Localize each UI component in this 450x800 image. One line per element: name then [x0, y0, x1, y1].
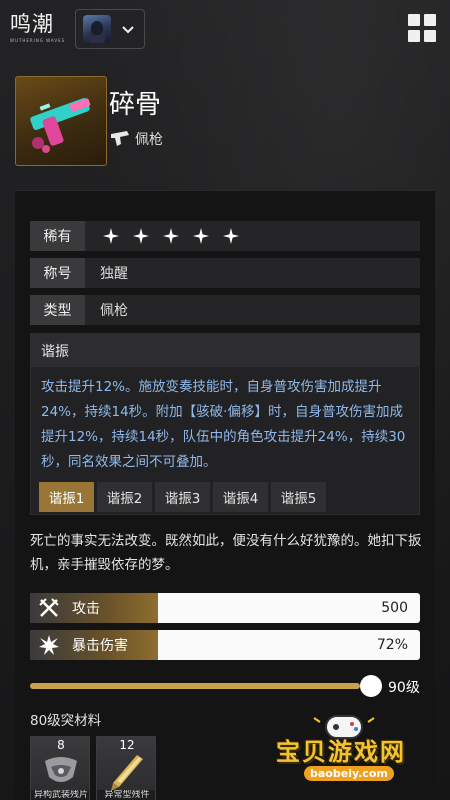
resonance-text: 攻击提升12%。施放变奏技能时，自身普攻伤害加成提升24%，持续14秒。附加【骇… [41, 379, 406, 470]
resonance-box: 谐振 攻击提升12%。施放变奏技能时，自身普攻伤害加成提升24%，持续14秒。附… [30, 333, 420, 515]
burst-icon [39, 635, 59, 655]
game-logo[interactable]: 鸣潮 WUTHERING WAVES [10, 12, 70, 48]
resonance-title: 谐振 [31, 334, 419, 367]
title-row: 称号 独醒 [30, 258, 420, 288]
materials-title: 80级突材料 [30, 713, 102, 729]
material-item[interactable]: 12 异常型残件 [96, 736, 156, 800]
crossed-swords-icon [39, 598, 59, 617]
watermark-text: 宝贝游戏网 [276, 738, 406, 766]
stat-crit-damage-label: 暴击伤害 [72, 638, 128, 654]
weapon-type: 佩枪 [109, 128, 163, 150]
logo-subtext: WUTHERING WAVES [10, 38, 66, 43]
level-slider-thumb[interactable] [360, 675, 382, 697]
stat-attack-value: 500 [158, 593, 420, 623]
character-selector[interactable] [75, 9, 145, 49]
stat-crit-damage-label-box: 暴击伤害 [30, 630, 158, 660]
pistol-icon [111, 131, 129, 146]
star-icon [193, 228, 209, 244]
menu-grid-icon[interactable] [408, 14, 436, 42]
type-row: 类型 佩枪 [30, 295, 420, 325]
stat-crit-damage-value: 72% [158, 630, 420, 660]
rarity-stars [85, 228, 253, 244]
logo-text: 鸣潮 [10, 12, 54, 36]
weapon-image [15, 76, 107, 166]
type-value: 佩枪 [100, 303, 128, 319]
rarity-row: 稀有 [30, 221, 420, 251]
level-slider[interactable]: 90级 [30, 675, 420, 697]
title-label: 称号 [30, 258, 85, 288]
resonance-tab-4[interactable]: 谐振4 [213, 482, 268, 512]
chevron-down-icon [122, 26, 134, 34]
weapon-name: 碎骨 [109, 90, 162, 120]
stat-attack: 攻击 500 [30, 593, 420, 623]
star-icon [133, 228, 149, 244]
resonance-tab-5[interactable]: 谐振5 [271, 482, 326, 512]
top-bar: 鸣潮 WUTHERING WAVES [0, 0, 450, 58]
resonance-tab-3[interactable]: 谐振3 [155, 482, 210, 512]
resonance-tab-1[interactable]: 谐振1 [39, 482, 94, 512]
material-name: 异构武装残片 [31, 790, 89, 800]
level-slider-track[interactable] [30, 683, 360, 689]
stat-attack-label: 攻击 [72, 601, 100, 617]
stat-crit-damage: 暴击伤害 72% [30, 630, 420, 660]
material-item[interactable]: 8 异构武装残片 [30, 736, 90, 800]
weapon-description: 死亡的事实无法改变。既然如此，便没有什么好犹豫的。她扣下扳机，亲手摧毁依存的梦。 [30, 533, 422, 573]
material-count: 12 [119, 738, 135, 752]
stat-attack-label-box: 攻击 [30, 593, 158, 623]
star-icon [103, 228, 119, 244]
weapon-type-label: 佩枪 [135, 132, 163, 148]
title-value: 独醒 [100, 266, 128, 282]
star-icon [163, 228, 179, 244]
site-watermark: 宝贝游戏网 baobeiy.com [262, 708, 427, 788]
weapon-header: 碎骨 佩枪 [15, 76, 435, 168]
material-name: 异常型残件 [97, 790, 155, 800]
watermark-url: baobeiy.com [304, 766, 394, 781]
character-avatar [83, 15, 111, 43]
rarity-label: 稀有 [30, 221, 85, 251]
type-label: 类型 [30, 295, 85, 325]
resonance-tabs: 谐振1 谐振2 谐振3 谐振4 谐振5 [39, 482, 329, 512]
resonance-tab-2[interactable]: 谐振2 [97, 482, 152, 512]
level-text: 90级 [388, 680, 420, 696]
material-count: 8 [57, 738, 65, 752]
star-icon [223, 228, 239, 244]
